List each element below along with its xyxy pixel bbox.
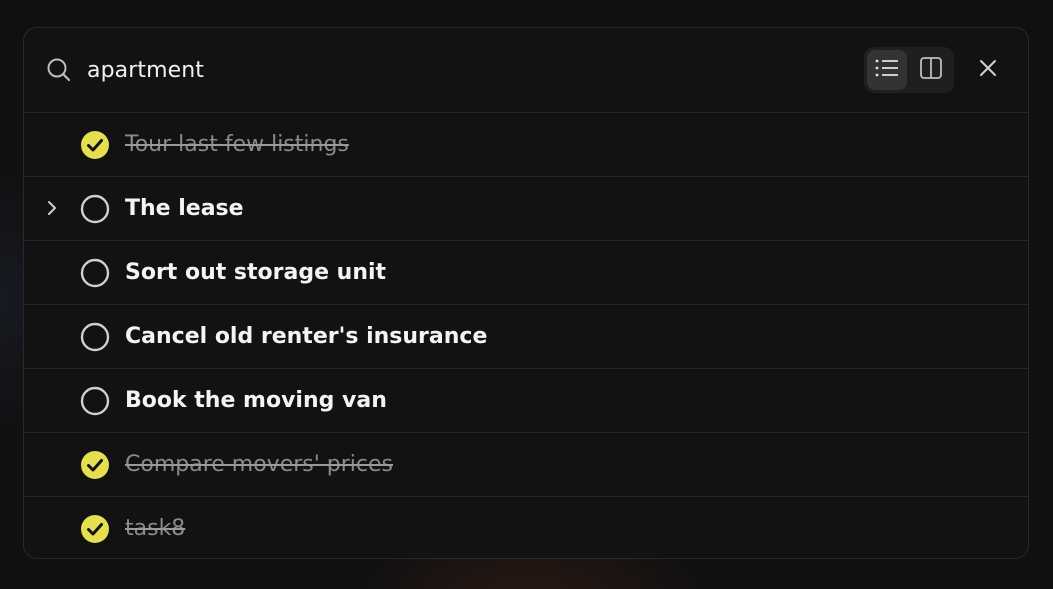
columns-icon <box>919 56 943 84</box>
task-row[interactable]: Compare movers' prices <box>24 433 1028 497</box>
search-bar[interactable]: apartment <box>24 28 1028 113</box>
task-row[interactable]: The lease <box>24 177 1028 241</box>
task-label: task8 <box>125 516 186 541</box>
list-view-button[interactable] <box>867 50 907 90</box>
task-row[interactable]: task8 <box>24 497 1028 558</box>
task-label: Compare movers' prices <box>125 452 393 477</box>
task-row[interactable]: Book the moving van <box>24 369 1028 433</box>
task-label: Sort out storage unit <box>125 260 387 285</box>
view-toggle <box>864 47 954 93</box>
unchecked-circle-icon[interactable] <box>80 258 110 288</box>
task-row[interactable]: Sort out storage unit <box>24 241 1028 305</box>
close-button[interactable] <box>972 54 1004 86</box>
search-icon <box>45 56 73 84</box>
task-label: Tour last few listings <box>125 132 349 157</box>
unchecked-circle-icon[interactable] <box>80 386 110 416</box>
checked-circle-icon[interactable] <box>80 514 110 544</box>
unchecked-circle-icon[interactable] <box>80 194 110 224</box>
task-label: The lease <box>125 196 244 221</box>
task-list: Tour last few listings The lease Sort out … <box>24 113 1028 558</box>
unchecked-circle-icon[interactable] <box>80 322 110 352</box>
task-row[interactable]: Tour last few listings <box>24 113 1028 177</box>
search-input[interactable]: apartment <box>87 58 204 83</box>
task-row[interactable]: Cancel old renter's insurance <box>24 305 1028 369</box>
checked-circle-icon[interactable] <box>80 450 110 480</box>
task-label: Cancel old renter's insurance <box>125 324 488 349</box>
search-panel: apartment Tour last few listings The lea… <box>23 27 1029 559</box>
list-icon <box>874 57 900 83</box>
task-label: Book the moving van <box>125 388 387 413</box>
close-icon <box>979 59 997 81</box>
chevron-right-icon[interactable] <box>42 198 62 218</box>
checked-circle-icon[interactable] <box>80 130 110 160</box>
split-view-button[interactable] <box>911 50 951 90</box>
